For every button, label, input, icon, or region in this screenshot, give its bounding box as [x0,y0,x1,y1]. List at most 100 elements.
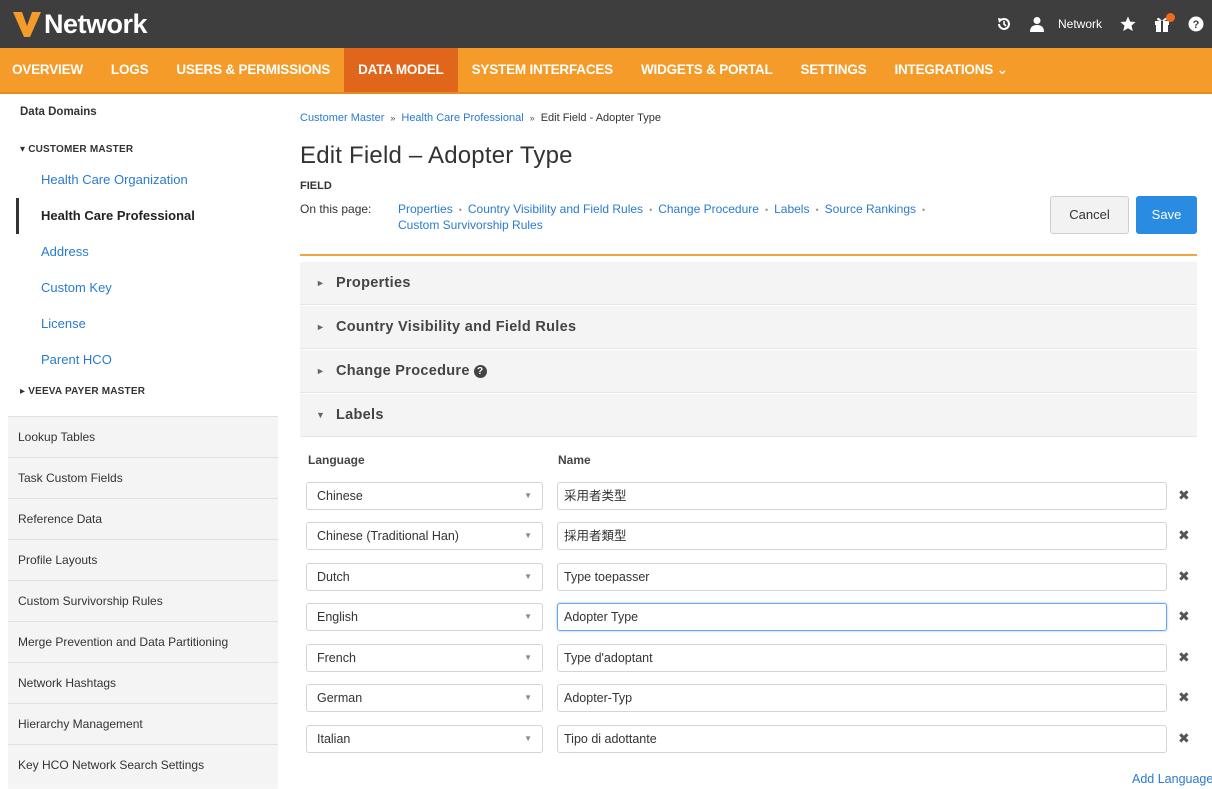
label-row: German ▼ Adopter-Typ ✖ [300,684,1197,712]
gift-icon[interactable] [1154,13,1175,32]
section-change-procedure[interactable]: ► Change Procedure? [300,350,1197,393]
breadcrumb-separator: » [529,113,535,123]
label-name-input[interactable]: Adopter Type [557,603,1167,631]
language-select[interactable]: Chinese (Traditional Han) ▼ [306,522,543,550]
user-icon[interactable] [1029,16,1044,32]
language-select[interactable]: Italian ▼ [306,725,543,753]
breadcrumb-current: Edit Field - Adopter Type [540,112,661,124]
jump-link-change-procedure[interactable]: Change Procedure [658,202,759,216]
sidebar-item-lookup-tables[interactable]: Lookup Tables [8,416,278,457]
expand-arrow-icon: ► [316,278,325,288]
star-icon[interactable] [1120,16,1136,32]
breadcrumb-hcp[interactable]: Health Care Professional [401,112,523,124]
sidebar-link-hcp[interactable]: Health Care Professional [16,198,278,234]
add-language-link[interactable]: Add Language [1132,772,1212,786]
breadcrumb: Customer Master » Health Care Professional… [300,112,661,124]
language-value: Chinese [317,489,363,503]
link-separator: • [815,205,819,215]
main-nav: OVERVIEW LOGS USERS & PERMISSIONS DATA M… [0,48,1212,94]
nav-data-model[interactable]: DATA MODEL [344,48,458,92]
sidebar-link-address[interactable]: Address [8,234,278,270]
label-name-input[interactable]: 采用者类型 [557,482,1167,510]
payer-master-toggle[interactable]: ▸ VEEVA PAYER MASTER [8,386,278,397]
nav-logs[interactable]: LOGS [97,48,162,92]
remove-icon[interactable]: ✖ [1178,689,1190,706]
history-icon[interactable] [996,16,1012,32]
nav-settings[interactable]: SETTINGS [787,48,881,92]
sidebar-item-custom-survivorship[interactable]: Custom Survivorship Rules [8,580,278,621]
label-row: Dutch ▼ Type toepasser ✖ [300,563,1197,591]
customer-master-toggle[interactable]: ▾ CUSTOMER MASTER [8,144,278,155]
dropdown-caret-icon: ▼ [524,693,532,702]
sidebar-item-reference-data[interactable]: Reference Data [8,498,278,539]
sidebar-link-custom-key[interactable]: Custom Key [8,270,278,306]
remove-icon[interactable]: ✖ [1178,487,1190,504]
dropdown-caret-icon: ▼ [524,572,532,581]
section-country-visibility[interactable]: ► Country Visibility and Field Rules [300,306,1197,349]
sidebar-item-merge-prevention[interactable]: Merge Prevention and Data Partitioning [8,621,278,662]
data-domains-heading: Data Domains [20,106,97,118]
sidebar-item-task-custom-fields[interactable]: Task Custom Fields [8,457,278,498]
label-name-input[interactable]: Type d'adoptant [557,644,1167,672]
remove-icon[interactable]: ✖ [1178,730,1190,747]
sidebar-link-parent-hco[interactable]: Parent HCO [8,342,278,378]
remove-icon[interactable]: ✖ [1178,527,1190,544]
language-value: English [317,610,358,624]
divider [300,254,1197,256]
language-select[interactable]: English ▼ [306,603,543,631]
field-label: FIELD [300,180,332,192]
sidebar-item-key-hco-search[interactable]: Key HCO Network Search Settings [8,744,278,785]
jump-link-source-rankings[interactable]: Source Rankings [825,202,916,216]
nav-overview[interactable]: OVERVIEW [0,48,97,92]
dropdown-caret-icon: ▼ [524,531,532,540]
jump-link-properties[interactable]: Properties [398,202,453,216]
sidebar-link-license[interactable]: License [8,306,278,342]
language-value: Chinese (Traditional Han) [317,529,459,543]
language-select[interactable]: French ▼ [306,644,543,672]
nav-system-interfaces[interactable]: SYSTEM INTERFACES [458,48,627,92]
page-title: Edit Field – Adopter Type [300,142,573,169]
language-value: French [317,651,356,665]
header-icons: Network ? [978,0,1204,48]
jump-link-country-visibility[interactable]: Country Visibility and Field Rules [468,202,643,216]
dropdown-caret-icon: ▼ [524,612,532,621]
link-separator: • [922,205,926,215]
section-properties[interactable]: ► Properties [300,262,1197,305]
language-value: Dutch [317,570,350,584]
jump-link-custom-survivorship[interactable]: Custom Survivorship Rules [398,218,543,232]
on-this-page-label: On this page: [300,202,372,216]
sidebar-item-profile-layouts[interactable]: Profile Layouts [8,539,278,580]
column-header-name: Name [558,453,591,467]
sidebar-link-hco[interactable]: Health Care Organization [8,162,278,198]
label-name-input[interactable]: Adopter-Typ [557,684,1167,712]
cancel-button[interactable]: Cancel [1050,196,1129,234]
remove-icon[interactable]: ✖ [1178,649,1190,666]
label-name-input[interactable]: 採用者類型 [557,522,1167,550]
section-labels[interactable]: ▼ Labels [300,394,1197,437]
language-select[interactable]: Dutch ▼ [306,563,543,591]
language-select[interactable]: German ▼ [306,684,543,712]
breadcrumb-separator: » [390,113,396,123]
nav-users-permissions[interactable]: USERS & PERMISSIONS [162,48,344,92]
help-icon[interactable]: ? [1188,16,1204,32]
dropdown-caret-icon: ▼ [524,734,532,743]
remove-icon[interactable]: ✖ [1178,608,1190,625]
label-row: Chinese (Traditional Han) ▼ 採用者類型 ✖ [300,522,1197,550]
save-button[interactable]: Save [1136,196,1197,234]
remove-icon[interactable]: ✖ [1178,568,1190,585]
section-title-text: Change Procedure [336,363,470,379]
label-name-input[interactable]: Tipo di adottante [557,725,1167,753]
jump-link-labels[interactable]: Labels [774,202,809,216]
section-title: Properties [336,275,411,291]
veeva-logo[interactable]: Network [12,6,148,42]
sidebar-item-network-hashtags[interactable]: Network Hashtags [8,662,278,703]
user-name[interactable]: Network [1058,17,1102,31]
language-select[interactable]: Chinese ▼ [306,482,543,510]
nav-integrations[interactable]: INTEGRATIONS ⌄ [880,48,1021,92]
veeva-v-icon [13,12,41,37]
nav-widgets-portal[interactable]: WIDGETS & PORTAL [627,48,787,92]
breadcrumb-customer-master[interactable]: Customer Master [300,112,384,124]
sidebar-item-hierarchy-management[interactable]: Hierarchy Management [8,703,278,744]
label-name-input[interactable]: Type toepasser [557,563,1167,591]
help-icon[interactable]: ? [473,365,487,378]
